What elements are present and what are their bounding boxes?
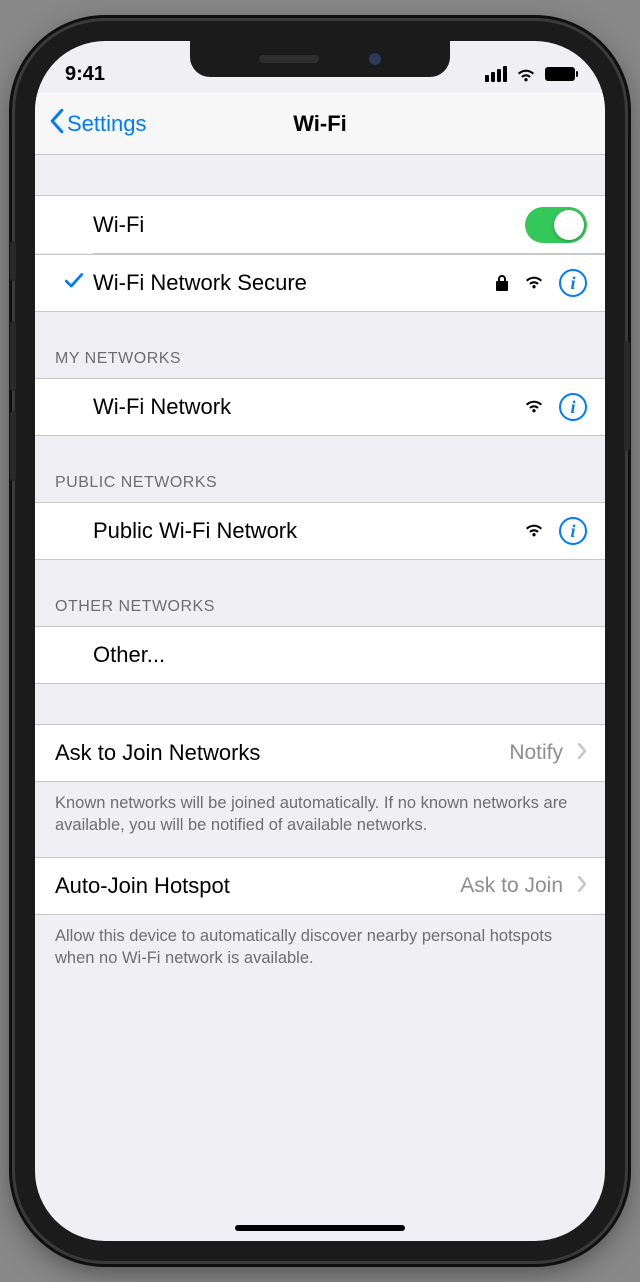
status-time: 9:41	[65, 63, 105, 86]
ask-to-join-value: Notify	[509, 741, 563, 765]
page-title: Wi-Fi	[293, 111, 347, 137]
speaker-grille	[259, 55, 319, 63]
front-camera	[369, 53, 381, 65]
screen: 9:41 Settings Wi-Fi	[35, 41, 605, 1241]
other-network-row[interactable]: Other...	[35, 626, 605, 684]
ask-to-join-label: Ask to Join Networks	[55, 740, 509, 766]
content-area[interactable]: Wi-Fi Wi-Fi Network Secure	[35, 155, 605, 1241]
volume-up-button	[10, 321, 16, 391]
ask-to-join-footer: Known networks will be joined automatica…	[35, 782, 605, 857]
wifi-strength-icon	[523, 271, 545, 295]
network-info-button[interactable]: i	[559, 393, 587, 421]
wifi-strength-icon	[523, 519, 545, 543]
wifi-toggle-row: Wi-Fi	[35, 195, 605, 253]
my-networks-header: MY NETWORKS	[35, 312, 605, 378]
cellular-signal-icon	[485, 66, 507, 82]
checkmark-icon	[63, 269, 85, 297]
wifi-toggle-label: Wi-Fi	[93, 212, 525, 238]
network-info-button[interactable]: i	[559, 269, 587, 297]
auto-join-row[interactable]: Auto-Join Hotspot Ask to Join	[35, 857, 605, 915]
wifi-toggle-switch[interactable]	[525, 207, 587, 243]
auto-join-label: Auto-Join Hotspot	[55, 873, 460, 899]
network-info-button[interactable]: i	[559, 517, 587, 545]
lock-icon	[495, 274, 509, 292]
back-button[interactable]: Settings	[49, 109, 147, 139]
network-row-public-0[interactable]: Public Wi-Fi Network i	[35, 502, 605, 560]
public-networks-header: PUBLIC NETWORKS	[35, 436, 605, 502]
network-name: Wi-Fi Network	[93, 394, 523, 420]
ask-to-join-row[interactable]: Ask to Join Networks Notify	[35, 724, 605, 782]
chevron-right-icon	[577, 741, 587, 765]
notch	[190, 41, 450, 77]
auto-join-footer: Allow this device to automatically disco…	[35, 915, 605, 990]
volume-down-button	[10, 411, 16, 481]
battery-icon	[545, 67, 575, 81]
device-frame: 9:41 Settings Wi-Fi	[15, 21, 625, 1261]
connected-network-name: Wi-Fi Network Secure	[93, 270, 495, 296]
nav-bar: Settings Wi-Fi	[35, 93, 605, 155]
home-indicator[interactable]	[235, 1225, 405, 1231]
chevron-left-icon	[49, 109, 67, 139]
back-label: Settings	[67, 111, 147, 137]
other-label: Other...	[93, 642, 587, 668]
network-name: Public Wi-Fi Network	[93, 518, 523, 544]
auto-join-value: Ask to Join	[460, 874, 563, 898]
network-row-my-0[interactable]: Wi-Fi Network i	[35, 378, 605, 436]
mute-switch	[10, 241, 16, 281]
connected-network-row[interactable]: Wi-Fi Network Secure i	[35, 254, 605, 312]
wifi-strength-icon	[523, 395, 545, 419]
wifi-status-icon	[515, 66, 537, 82]
other-networks-header: OTHER NETWORKS	[35, 560, 605, 626]
chevron-right-icon	[577, 874, 587, 898]
power-button	[624, 341, 630, 451]
